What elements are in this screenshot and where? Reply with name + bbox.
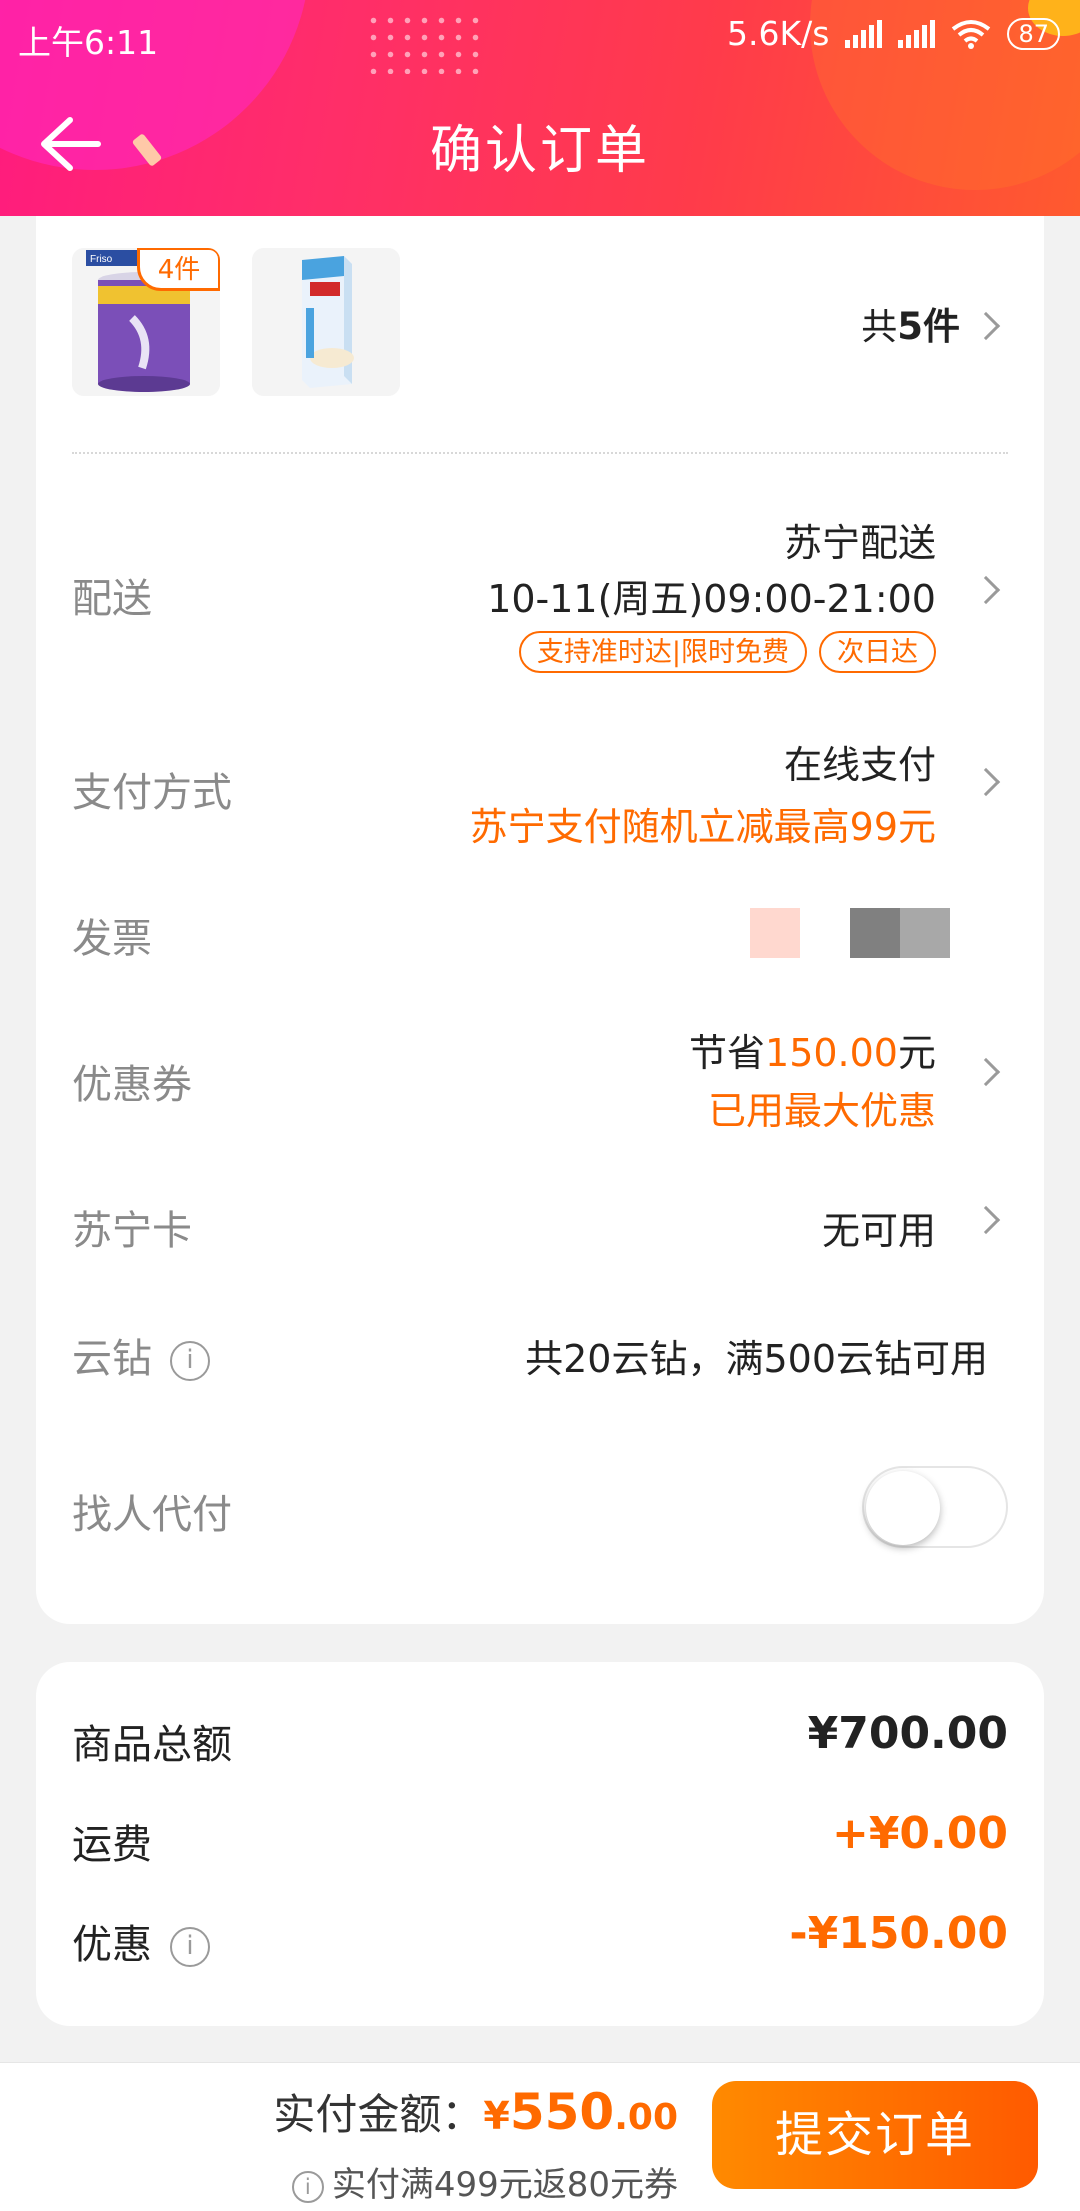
product-count[interactable]: 共5件 xyxy=(861,296,960,350)
order-details-card: Friso 4件 共5件 配送 苏宁配送 10-11(周五)09:00-21:0… xyxy=(36,216,1044,1624)
discount-label: 优惠 xyxy=(72,1922,152,1968)
battery-icon: 87 xyxy=(1007,17,1060,50)
next-day-tag: 次日达 xyxy=(819,631,936,673)
cereal-box-image xyxy=(252,248,400,396)
total-payable: 实付金额：¥550.00 xyxy=(273,2081,678,2142)
wifi-icon xyxy=(952,19,991,49)
info-icon: i xyxy=(291,2170,324,2203)
subtotal-value: ¥700.00 xyxy=(807,1708,1008,1759)
cloud-diamond-value: 共20云钻，满500云钻可用 xyxy=(525,1337,988,1381)
proxy-pay-label: 找人代付 xyxy=(72,1492,232,1538)
chevron-right-icon[interactable] xyxy=(971,1057,1001,1087)
rebate-text: 实付满499元返80元券 xyxy=(331,2165,678,2205)
discount-row: 优惠 i xyxy=(72,1912,210,1970)
chevron-right-icon[interactable] xyxy=(971,767,1001,797)
status-time: 上午6:11 xyxy=(18,23,159,62)
cloud-diamond-label: 云钻 xyxy=(72,1336,152,1382)
discount-value: -¥150.00 xyxy=(789,1908,1008,1959)
divider xyxy=(72,452,1008,454)
chevron-right-icon[interactable] xyxy=(971,1205,1001,1235)
product-thumbnail[interactable] xyxy=(252,248,400,396)
signal-icon xyxy=(898,19,936,48)
status-bar: 上午6:11 5.6K/s 87 xyxy=(0,0,1080,72)
shipping-label: 运费 xyxy=(72,1822,152,1868)
total-decimals: .00 xyxy=(614,2097,678,2138)
on-time-tag: 支持准时达|限时免费 xyxy=(518,631,807,673)
payment-promo: 苏宁支付随机立减最高99元 xyxy=(469,805,936,849)
network-speed: 5.6K/s xyxy=(727,14,830,53)
savings-amount: 150.00 xyxy=(765,1031,898,1075)
delivery-tags: 支持准时达|限时免费 次日达 xyxy=(507,626,936,673)
signal-icon xyxy=(845,19,883,48)
page-title: 确认订单 xyxy=(429,121,650,181)
product-thumbnail[interactable]: Friso 4件 xyxy=(72,248,220,396)
savings-prefix: 节省 xyxy=(689,1031,766,1075)
payment-method[interactable]: 在线支付 xyxy=(784,734,936,789)
info-icon[interactable]: i xyxy=(170,1927,210,1967)
coupon-status: 已用最大优惠 xyxy=(707,1089,936,1133)
svg-text:Friso: Friso xyxy=(90,254,113,265)
cloud-diamond-row: 云钻 i xyxy=(72,1326,210,1384)
quantity-badge: 4件 xyxy=(137,248,220,291)
info-icon[interactable]: i xyxy=(170,1341,210,1381)
price-summary-card: 商品总额 ¥700.00 运费 +¥0.00 优惠 i -¥150.00 xyxy=(36,1662,1044,2026)
currency-symbol: ¥ xyxy=(483,2094,510,2138)
suning-card-value[interactable]: 无可用 xyxy=(822,1200,936,1255)
subtotal-label: 商品总额 xyxy=(72,1722,232,1768)
delivery-method[interactable]: 苏宁配送 xyxy=(784,512,936,567)
total-label: 实付金额： xyxy=(273,2090,484,2139)
header-bar: 上午6:11 5.6K/s 87 确认订单 xyxy=(0,0,1080,216)
delivery-time[interactable]: 10-11(周五)09:00-21:00 xyxy=(487,568,936,623)
chevron-right-icon xyxy=(971,311,1001,341)
submit-order-button[interactable]: 提交订单 xyxy=(712,2081,1038,2189)
proxy-pay-toggle[interactable] xyxy=(862,1466,1008,1548)
invoice-label: 发票 xyxy=(72,916,152,962)
coupon-savings[interactable]: 节省150.00元 xyxy=(689,1022,936,1077)
count-value: 5件 xyxy=(897,305,960,348)
delivery-label: 配送 xyxy=(72,576,152,622)
invoice-placeholder[interactable] xyxy=(850,908,950,958)
payment-label: 支付方式 xyxy=(72,770,232,816)
invoice-placeholder[interactable] xyxy=(750,908,800,958)
shipping-value: +¥0.00 xyxy=(831,1808,1008,1859)
count-prefix: 共 xyxy=(861,307,898,348)
toggle-knob xyxy=(866,1471,940,1545)
savings-suffix: 元 xyxy=(897,1031,936,1075)
status-indicators: 5.6K/s 87 xyxy=(727,14,1060,53)
rebate-note[interactable]: i 实付满499元返80元券 xyxy=(291,2157,678,2206)
suning-card-label: 苏宁卡 xyxy=(72,1208,192,1254)
coupon-label: 优惠券 xyxy=(72,1062,192,1108)
total-amount: 550 xyxy=(509,2083,615,2141)
checkout-footer: 实付金额：¥550.00 i 实付满499元返80元券 提交订单 xyxy=(0,2062,1080,2211)
chevron-right-icon[interactable] xyxy=(971,575,1001,605)
